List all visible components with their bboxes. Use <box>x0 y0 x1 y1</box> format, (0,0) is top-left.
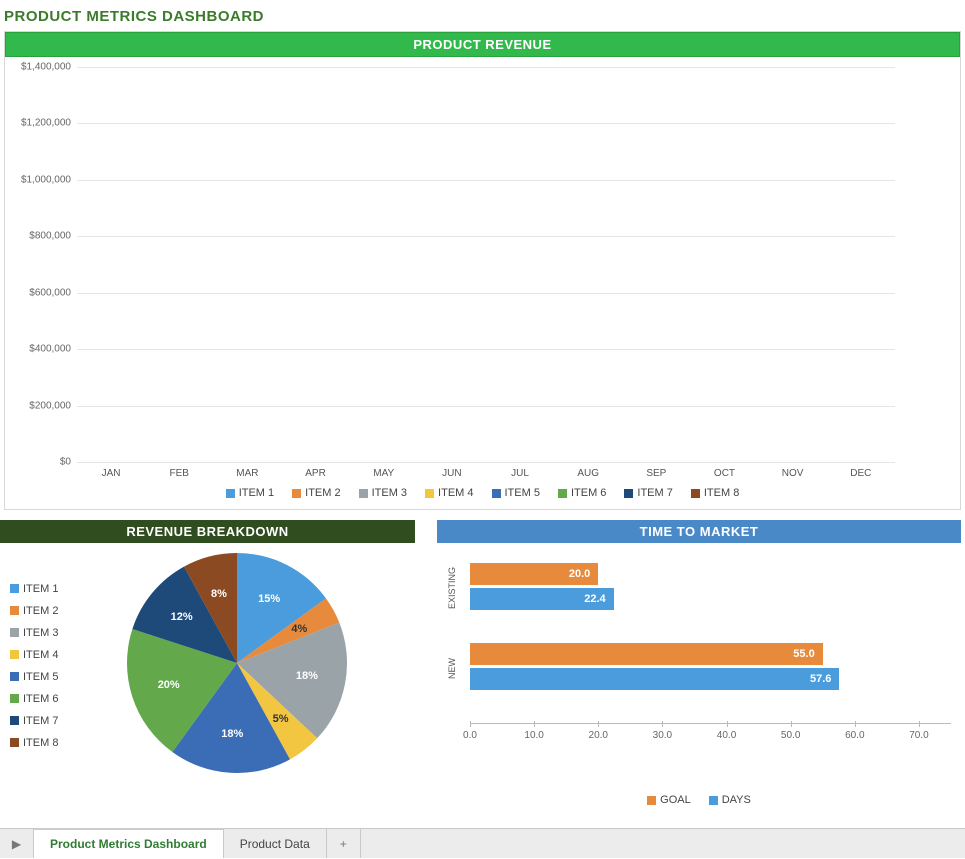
legend-item: ITEM 5 <box>492 487 540 499</box>
x-axis-label: SEP <box>635 468 677 479</box>
add-tab-button[interactable]: + <box>327 829 361 858</box>
y-axis-label: $400,000 <box>9 344 71 355</box>
x-axis-label: JUN <box>431 468 473 479</box>
tab-product-data[interactable]: Product Data <box>224 829 327 858</box>
revenue-breakdown-legend: ITEM 1 ITEM 2 ITEM 3 ITEM 4 ITEM 5 ITEM 6 ITEM… <box>0 583 58 749</box>
time-to-market-title: TIME TO MARKET <box>437 520 961 543</box>
legend-item: ITEM 3 <box>359 487 407 499</box>
time-to-market-legend: GOAL DAYS <box>437 788 961 816</box>
ttm-category-row: EXISTING 20.0 22.4 <box>447 563 951 613</box>
pie-slice-label: 4% <box>291 623 307 635</box>
y-axis-label: $1,200,000 <box>9 118 71 129</box>
y-axis-label: $600,000 <box>9 287 71 298</box>
pie-slice-label: 12% <box>171 611 193 623</box>
legend-item: ITEM 4 <box>10 649 58 661</box>
x-axis-label: OCT <box>703 468 745 479</box>
pie-slice-label: 18% <box>296 670 318 682</box>
revenue-breakdown-title: REVENUE BREAKDOWN <box>0 520 415 543</box>
page-title: PRODUCT METRICS DASHBOARD <box>0 0 965 31</box>
legend-item: ITEM 4 <box>425 487 473 499</box>
ttm-category-row: NEW 55.0 57.6 <box>447 643 951 693</box>
ttm-bar: 57.6 <box>470 668 839 690</box>
y-axis-label: $0 <box>9 457 71 468</box>
x-axis-label: FEB <box>158 468 200 479</box>
revenue-breakdown-panel: REVENUE BREAKDOWN ITEM 1ITEM 2ITEM 3ITEM… <box>0 520 415 816</box>
ttm-category-label: NEW <box>447 658 465 679</box>
ttm-axis-label: 0.0 <box>463 730 477 741</box>
pie-slice-label: 5% <box>273 713 289 725</box>
legend-item: GOAL <box>647 794 691 806</box>
pie-slice-label: 8% <box>211 588 227 600</box>
product-revenue-title: PRODUCT REVENUE <box>5 32 960 57</box>
ttm-axis-label: 40.0 <box>717 730 736 741</box>
ttm-bar: 22.4 <box>470 588 614 610</box>
legend-item: ITEM 6 <box>10 693 58 705</box>
ttm-axis-label: 50.0 <box>781 730 800 741</box>
legend-item: ITEM 8 <box>691 487 739 499</box>
x-axis-label: NOV <box>772 468 814 479</box>
tab-nav-button[interactable]: ▶ <box>0 829 34 858</box>
ttm-category-label: EXISTING <box>447 567 465 609</box>
tab-product-metrics-dashboard[interactable]: Product Metrics Dashboard <box>34 828 224 858</box>
legend-item: ITEM 3 <box>10 627 58 639</box>
ttm-axis-label: 70.0 <box>909 730 928 741</box>
pie-slice-label: 20% <box>158 679 180 691</box>
ttm-bar: 55.0 <box>470 643 823 665</box>
revenue-breakdown-pie: 15% 4% 18% 5% 18% 20% 12% 8% <box>127 553 347 778</box>
x-axis-label: AUG <box>567 468 609 479</box>
ttm-axis-label: 60.0 <box>845 730 864 741</box>
legend-item: ITEM 2 <box>292 487 340 499</box>
ttm-axis-label: 30.0 <box>653 730 672 741</box>
x-axis-label: DEC <box>840 468 882 479</box>
x-axis-label: JAN <box>90 468 132 479</box>
x-axis-label: MAY <box>363 468 405 479</box>
y-axis-label: $1,400,000 <box>9 62 71 73</box>
product-revenue-chart: PRODUCT REVENUE $0 $200,000 $400,000 $600,0… <box>4 31 961 510</box>
legend-item: ITEM 6 <box>558 487 606 499</box>
sheet-tab-strip: ▶ Product Metrics Dashboard Product Data… <box>0 828 965 858</box>
time-to-market-panel: TIME TO MARKET EXISTING 20.0 22.4 NEW 55.0 57… <box>437 520 961 816</box>
legend-item: ITEM 7 <box>624 487 672 499</box>
pie-slice-label: 15% <box>258 593 280 605</box>
y-axis-label: $1,000,000 <box>9 174 71 185</box>
legend-item: DAYS <box>709 794 751 806</box>
legend-item: ITEM 7 <box>10 715 58 727</box>
product-revenue-legend: ITEM 1 ITEM 2 ITEM 3 ITEM 4 ITEM 5 ITEM 6 ITEM… <box>5 479 960 509</box>
y-axis-label: $200,000 <box>9 400 71 411</box>
x-axis-label: APR <box>295 468 337 479</box>
legend-item: ITEM 1 <box>10 583 58 595</box>
x-axis-label: MAR <box>226 468 268 479</box>
pie-slice-label: 18% <box>221 728 243 740</box>
ttm-axis-label: 10.0 <box>524 730 543 741</box>
legend-item: ITEM 2 <box>10 605 58 617</box>
ttm-axis-label: 20.0 <box>589 730 608 741</box>
y-axis-label: $800,000 <box>9 231 71 242</box>
ttm-bar: 20.0 <box>470 563 598 585</box>
legend-item: ITEM 5 <box>10 671 58 683</box>
legend-item: ITEM 8 <box>10 737 58 749</box>
legend-item: ITEM 1 <box>226 487 274 499</box>
x-axis-label: JUL <box>499 468 541 479</box>
